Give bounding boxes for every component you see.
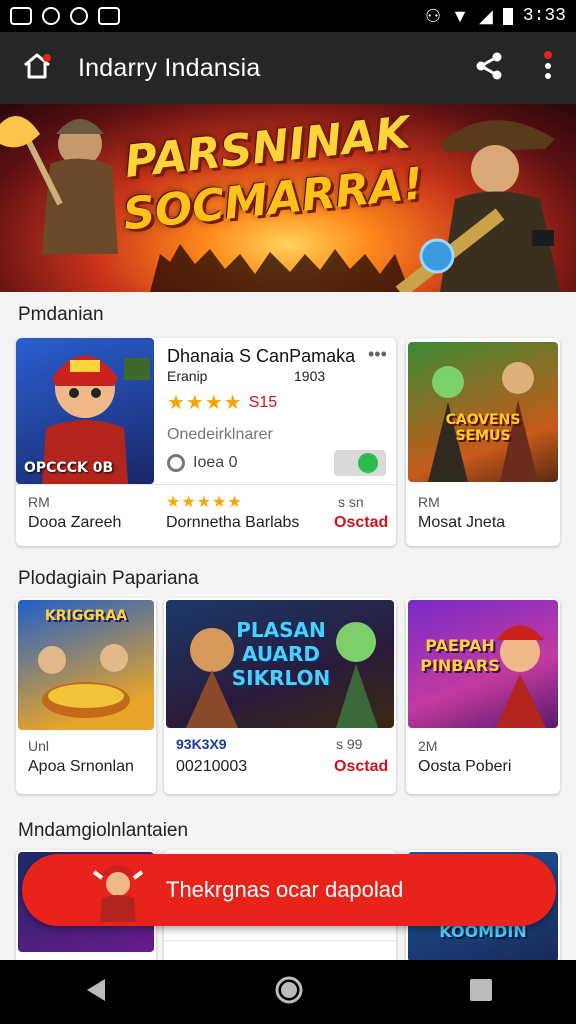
keyboard-icon (10, 7, 32, 25)
download-cta-button[interactable]: Thekrgnas ocar dapolad (22, 854, 556, 926)
rating-stars: ★★★★ (167, 392, 243, 414)
app-title: Indarry Indansia (78, 53, 261, 82)
item-name: Dooa Zareeh (28, 514, 122, 531)
status-bar: ⚇ ▼ ◢ 3:33 (0, 0, 576, 32)
warrior-left (0, 116, 118, 254)
video-icon (98, 7, 120, 25)
game-card[interactable]: PLASAN AUARD SIKRLON 93K3X9 s 99 0021000… (164, 598, 396, 794)
battery-icon (502, 7, 513, 25)
notification-icon (42, 7, 60, 25)
game-card[interactable]: KRIGGRAA Unl Apoa Srnonlan (16, 598, 156, 794)
item-name: Oosta Poberi (418, 758, 512, 775)
featured-thumbnail: OPCCCK 0B (16, 338, 154, 484)
section-title: Mndamgiolnlantaien (18, 820, 189, 841)
item-size: RM (418, 494, 440, 510)
item-size: Unl (28, 738, 50, 754)
game-thumbnail-title: PAEPAH PINBARS (420, 636, 500, 675)
game-card[interactable]: CAOVENS SEMUS RM Mosat Jneta (406, 338, 560, 546)
item-name: Mosat Jneta (418, 514, 506, 531)
section-title: Plodagiain Papariana (18, 568, 199, 589)
featured-thumbnail-label: OPCCCK 0B (24, 460, 114, 476)
item-name: Dornnetha Barlabs (166, 514, 300, 531)
game-card[interactable]: PAEPAH PINBARS 2M Oosta Poberi (406, 598, 560, 794)
item-extra: s 99 (336, 736, 363, 752)
item-size: 2M (418, 738, 438, 754)
share-icon[interactable] (474, 51, 504, 86)
featured-description: Onedeirklnarer (167, 426, 273, 443)
game-thumbnail: KRIGGRAA (18, 600, 154, 730)
app-bar: Indarry Indansia (0, 32, 576, 104)
featured-card[interactable]: OPCCCK 0B Dhanaia S CanPamaka ••• Eranip… (16, 338, 396, 546)
music-icon (70, 7, 88, 25)
featured-subtitle: Eranip (167, 368, 208, 384)
hero-banner[interactable]: PARSNINAK SOCMARRA! (0, 104, 576, 292)
item-subtitle: 93K3X9 (176, 736, 227, 752)
more-options-icon[interactable]: ••• (368, 344, 387, 365)
more-menu-icon[interactable] (542, 50, 554, 87)
game-thumbnail-title: PLASAN AUARD SIKRLON (231, 618, 331, 690)
install-status-icon (167, 454, 185, 472)
item-status: Osctad (334, 758, 389, 775)
cta-label: Thekrgnas ocar dapolad (166, 877, 404, 902)
clock: 3:33 (522, 6, 566, 26)
recents-icon[interactable] (469, 978, 493, 1007)
item-extra: s sn (338, 494, 364, 510)
game-thumbnail: CAOVENS SEMUS (408, 342, 558, 482)
game-thumbnail-title: CAOVENS SEMUS (445, 412, 521, 444)
install-label: Ioea 0 (193, 454, 238, 471)
item-name: Apoa Srnonlan (28, 758, 134, 775)
item-status: Osctad (334, 514, 389, 531)
back-icon[interactable] (83, 977, 109, 1008)
featured-year: 1903 (294, 368, 326, 384)
signal-icon: ◢ (478, 5, 493, 26)
vibrate-icon: ⚇ (424, 5, 442, 26)
section-title: Pmdanian (18, 304, 104, 325)
home-icon[interactable] (22, 52, 52, 85)
game-thumbnail: PAEPAH PINBARS (408, 600, 558, 728)
mascot-icon (92, 858, 144, 927)
item-name: 00210003 (176, 758, 248, 775)
rating-stars: ★★★★★ (166, 494, 243, 511)
wifi-icon: ▼ (451, 5, 469, 26)
featured-title: Dhanaia S CanPamaka (167, 346, 356, 366)
home-nav-icon[interactable] (274, 975, 304, 1010)
game-thumbnail-title: KRIGGRAA (44, 608, 128, 624)
install-toggle[interactable] (334, 450, 386, 476)
item-size: RM (28, 494, 50, 510)
game-thumbnail: PLASAN AUARD SIKRLON (166, 600, 394, 728)
rating-value: S15 (248, 393, 278, 411)
navigation-bar (0, 960, 576, 1024)
